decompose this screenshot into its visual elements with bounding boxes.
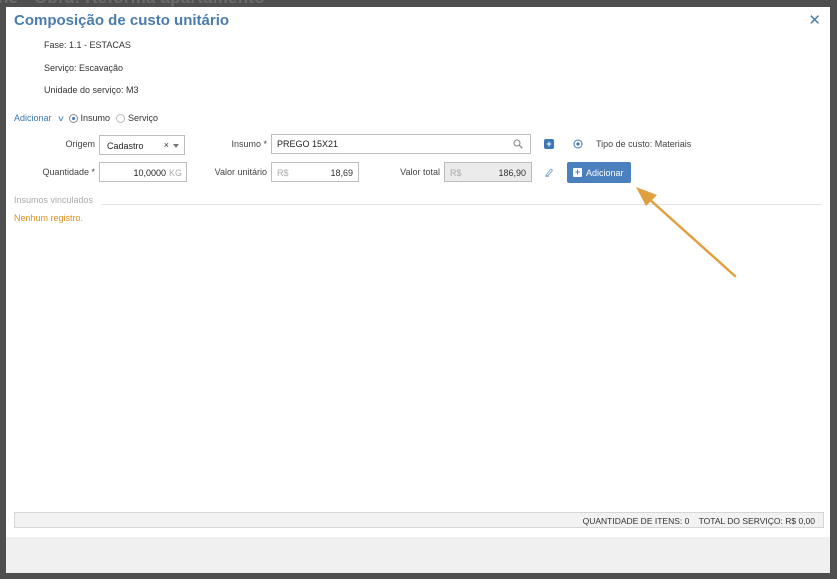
add-mode-row: Adicionar v Insumo Serviço bbox=[14, 113, 158, 123]
unidade-info: Unidade do serviço: M3 bbox=[44, 85, 139, 95]
adicionar-toggle-link[interactable]: Adicionar bbox=[14, 113, 52, 123]
insumo-input-value: PREGO 15X21 bbox=[277, 139, 339, 149]
close-icon[interactable]: ✕ bbox=[808, 12, 821, 30]
origem-label: Origem bbox=[65, 139, 95, 149]
quantidade-label: Quantidade * bbox=[42, 167, 95, 177]
empty-message: Nenhum registro. bbox=[14, 213, 84, 223]
plus-icon: + bbox=[573, 167, 582, 177]
valor-unitario-input[interactable]: R$ 18,69 bbox=[271, 162, 359, 182]
fase-info: Fase: 1.1 - ESTACAS bbox=[44, 40, 131, 50]
origem-select-value: Cadastro bbox=[107, 141, 144, 151]
insumo-label: Insumo * bbox=[231, 139, 267, 149]
insumos-vinculados-title: Insumos vinculados bbox=[14, 195, 94, 205]
valor-unitario-value: 18,69 bbox=[330, 168, 353, 178]
footer-summary-text: QUANTIDADE DE ITENS: 0 TOTAL DO SERVIÇO:… bbox=[582, 516, 815, 526]
valor-total-value: 186,90 bbox=[498, 168, 526, 178]
clear-icon[interactable]: × bbox=[164, 140, 169, 150]
modal-bottom-bar bbox=[6, 537, 830, 573]
servico-info: Serviço: Escavação bbox=[44, 63, 124, 73]
section-divider bbox=[102, 204, 822, 205]
quantidade-value: 10,0000 bbox=[133, 168, 166, 178]
radio-insumo[interactable] bbox=[68, 113, 78, 123]
composition-modal: Composição de custo unitário ✕ Fase: 1.1… bbox=[6, 7, 830, 573]
search-detail-icon[interactable] bbox=[573, 139, 583, 149]
tipo-custo-text: Tipo de custo: Materiais bbox=[596, 139, 692, 149]
radio-servico[interactable] bbox=[116, 113, 126, 123]
insumo-search-input[interactable]: PREGO 15X21 bbox=[271, 134, 531, 154]
caret-down-icon[interactable] bbox=[173, 144, 179, 148]
valor-total-field: R$ 186,90 bbox=[444, 162, 532, 182]
valor-unitario-label: Valor unitário bbox=[214, 167, 267, 177]
origem-select[interactable]: Cadastro × bbox=[99, 135, 185, 155]
adicionar-button-label: Adicionar bbox=[586, 167, 624, 178]
valor-total-prefix: R$ bbox=[450, 168, 462, 178]
valor-total-label: Valor total bbox=[400, 167, 440, 177]
quantidade-input[interactable]: 10,0000 KG bbox=[99, 162, 187, 182]
modal-title: Composição de custo unitário bbox=[14, 12, 230, 29]
adicionar-button[interactable]: + Adicionar bbox=[567, 162, 631, 183]
valor-unitario-prefix: R$ bbox=[277, 168, 289, 178]
quantidade-unit: KG bbox=[168, 168, 182, 178]
chevron-down-icon[interactable]: v bbox=[58, 114, 63, 123]
radio-servico-label[interactable]: Serviço bbox=[128, 113, 158, 123]
eraser-icon[interactable] bbox=[544, 167, 554, 177]
add-insumo-icon[interactable]: + bbox=[544, 139, 554, 149]
search-icon[interactable] bbox=[513, 139, 523, 149]
radio-insumo-label[interactable]: Insumo bbox=[81, 113, 111, 123]
summary-footer: QUANTIDADE DE ITENS: 0 TOTAL DO SERVIÇO:… bbox=[14, 512, 824, 528]
